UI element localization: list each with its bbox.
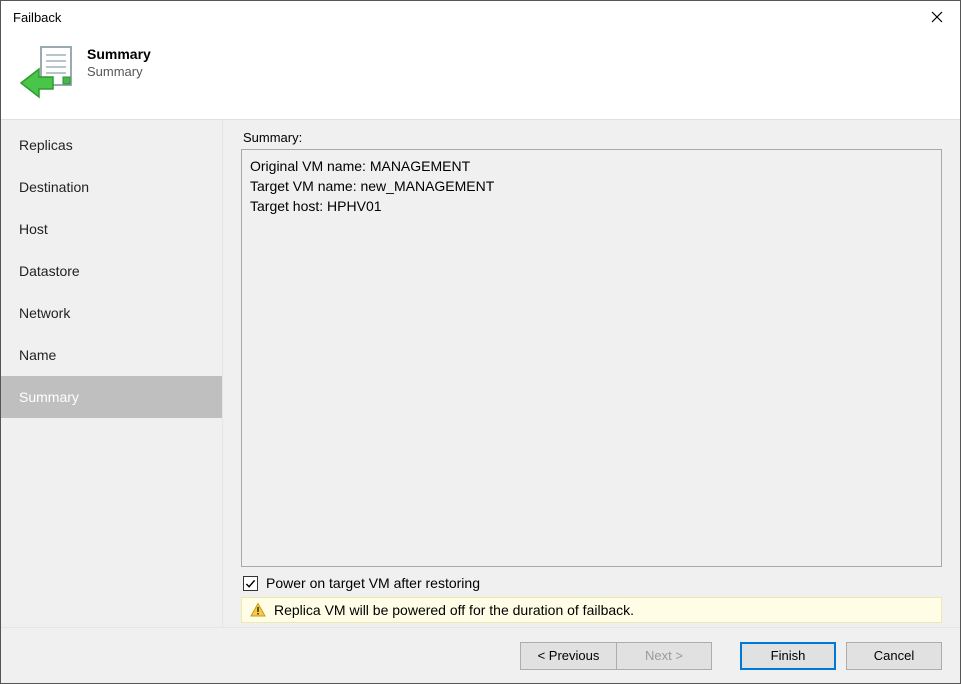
- page-title: Summary: [87, 45, 151, 63]
- previous-button[interactable]: < Previous: [520, 642, 616, 670]
- sidebar-item-destination[interactable]: Destination: [1, 166, 222, 208]
- summary-textbox: Original VM name: MANAGEMENT Target VM n…: [241, 149, 942, 567]
- sidebar-item-label: Host: [19, 221, 48, 237]
- sidebar-item-network[interactable]: Network: [1, 292, 222, 334]
- warning-bar: Replica VM will be powered off for the d…: [241, 597, 942, 623]
- sidebar-item-label: Network: [19, 305, 70, 321]
- warning-icon: [250, 602, 266, 618]
- close-button[interactable]: [914, 1, 960, 33]
- warning-text: Replica VM will be powered off for the d…: [274, 602, 634, 618]
- failback-wizard-window: Failback: [0, 0, 961, 684]
- sidebar-item-datastore[interactable]: Datastore: [1, 250, 222, 292]
- page-subtitle: Summary: [87, 63, 151, 81]
- wizard-body: Replicas Destination Host Datastore Netw…: [1, 120, 960, 627]
- wizard-steps-sidebar: Replicas Destination Host Datastore Netw…: [1, 120, 223, 627]
- wizard-headings: Summary Summary: [87, 43, 151, 81]
- sidebar-item-label: Destination: [19, 179, 89, 195]
- sidebar-item-replicas[interactable]: Replicas: [1, 124, 222, 166]
- sidebar-item-label: Summary: [19, 389, 79, 405]
- summary-line: Target VM name: new_MANAGEMENT: [250, 176, 933, 196]
- cancel-button[interactable]: Cancel: [846, 642, 942, 670]
- button-label: Next >: [645, 648, 683, 663]
- finish-button[interactable]: Finish: [740, 642, 836, 670]
- wizard-footer: < Previous Next > Finish Cancel: [1, 627, 960, 683]
- window-title: Failback: [13, 10, 61, 25]
- checkmark-icon: [245, 578, 256, 589]
- failback-icon: [19, 43, 77, 101]
- sidebar-item-summary[interactable]: Summary: [1, 376, 222, 418]
- power-on-checkbox-row[interactable]: Power on target VM after restoring: [243, 575, 942, 591]
- button-label: Finish: [771, 648, 806, 663]
- summary-line: Target host: HPHV01: [250, 196, 933, 216]
- sidebar-item-host[interactable]: Host: [1, 208, 222, 250]
- sidebar-item-label: Name: [19, 347, 56, 363]
- wizard-main: Summary: Original VM name: MANAGEMENT Ta…: [223, 120, 960, 627]
- sidebar-item-label: Datastore: [19, 263, 80, 279]
- sidebar-item-name[interactable]: Name: [1, 334, 222, 376]
- power-on-checkbox[interactable]: [243, 576, 258, 591]
- button-label: < Previous: [538, 648, 600, 663]
- button-label: Cancel: [874, 648, 914, 663]
- close-icon: [931, 11, 943, 23]
- power-on-checkbox-label: Power on target VM after restoring: [266, 575, 480, 591]
- summary-label: Summary:: [243, 130, 942, 145]
- wizard-header: Summary Summary: [1, 33, 960, 120]
- next-button: Next >: [616, 642, 712, 670]
- sidebar-item-label: Replicas: [19, 137, 73, 153]
- summary-line: Original VM name: MANAGEMENT: [250, 156, 933, 176]
- titlebar: Failback: [1, 1, 960, 33]
